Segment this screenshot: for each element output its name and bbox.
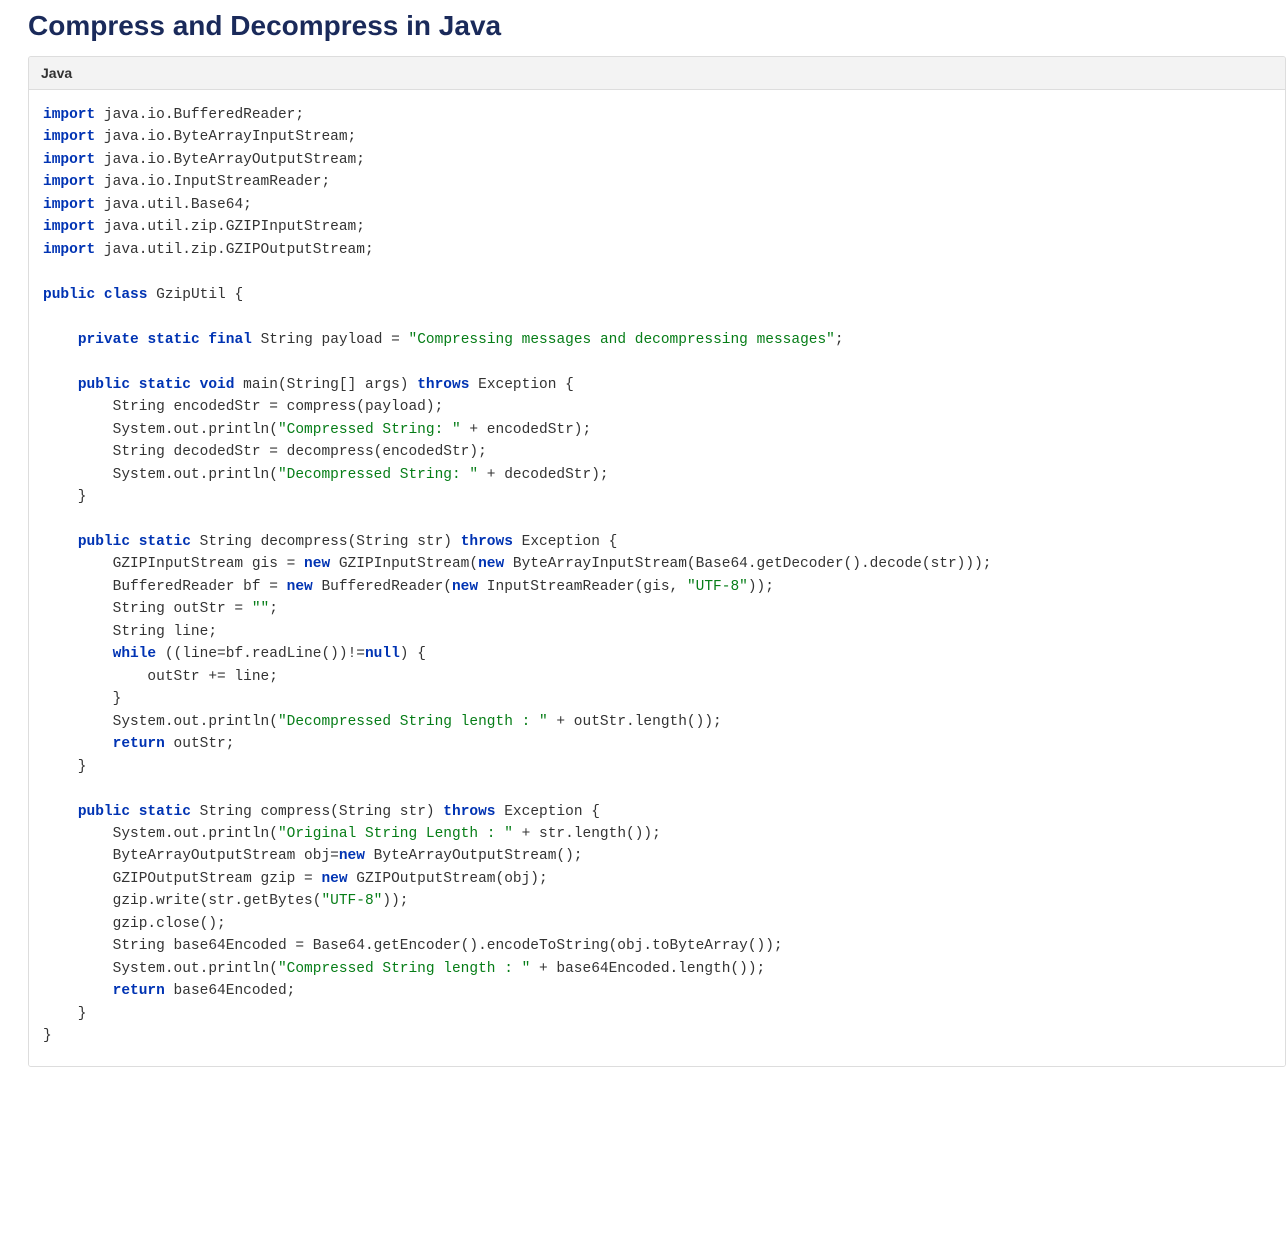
code-panel-header: Java <box>29 57 1285 90</box>
code-block: import java.io.BufferedReader; import ja… <box>43 104 1271 1048</box>
code-panel: Java import java.io.BufferedReader; impo… <box>28 56 1286 1067</box>
page-title: Compress and Decompress in Java <box>28 10 1286 42</box>
code-panel-body: import java.io.BufferedReader; import ja… <box>29 90 1285 1066</box>
